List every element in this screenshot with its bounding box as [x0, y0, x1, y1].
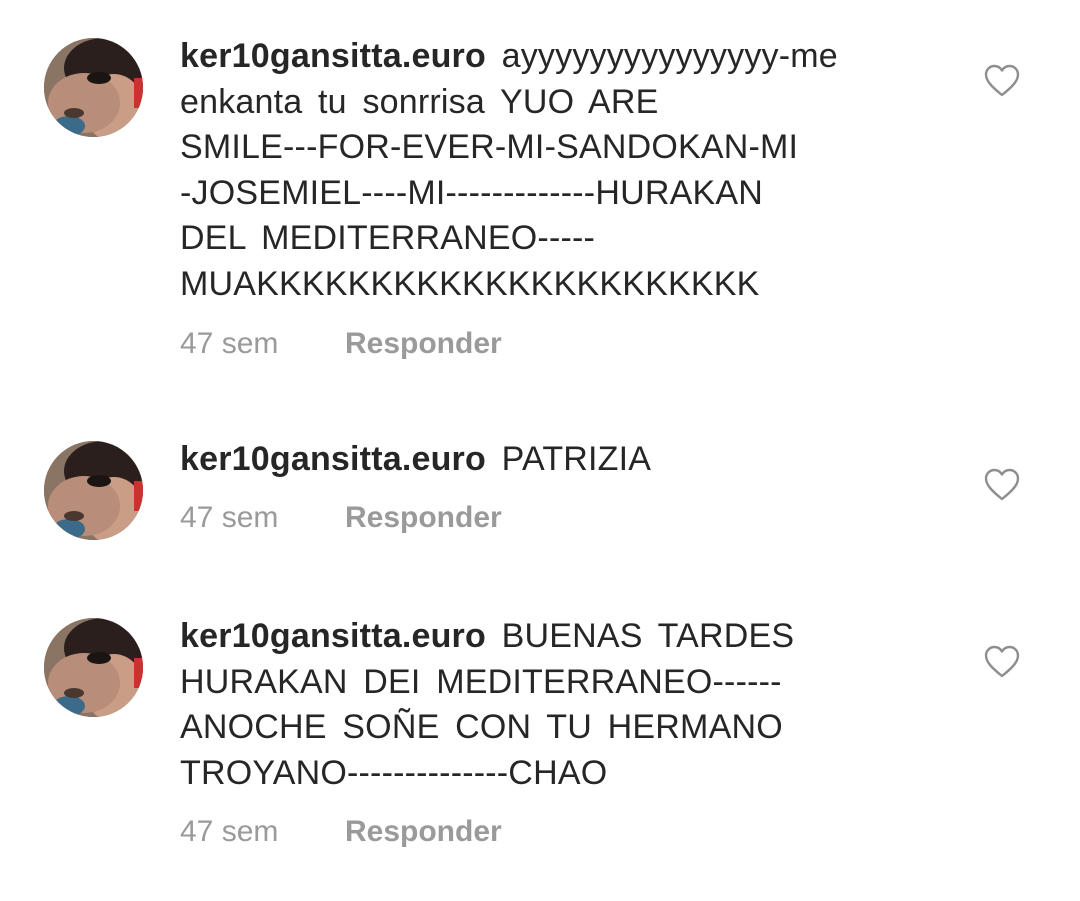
comment-text: ker10gansitta.euro ayyyyyyyyyyyyyyy-me e…	[180, 34, 880, 308]
avatar[interactable]	[44, 38, 143, 137]
avatar[interactable]	[44, 441, 143, 540]
comment-text: ker10gansitta.euro BUENAS TARDES HURAKAN…	[180, 614, 880, 796]
comment-username[interactable]: ker10gansitta.euro	[180, 440, 486, 478]
heart-icon[interactable]	[984, 64, 1020, 98]
comment-body: ker10gansitta.euro ayyyyyyyyyyyyyyy-me e…	[180, 34, 880, 308]
comment-line: -JOSEMIEL----MI-------------HURAKAN	[180, 173, 763, 212]
comment-body: ker10gansitta.euro PATRIZIA	[180, 437, 880, 483]
comment-line: BUENAS TARDES	[501, 617, 795, 655]
comment-line: ayyyyyyyyyyyyyyy-me	[501, 37, 838, 75]
reply-button[interactable]: Responder	[345, 815, 502, 848]
comment-timestamp: 47 sem	[180, 815, 279, 848]
comment-line: SMILE---FOR-EVER-MI-SANDOKAN-MI	[180, 128, 799, 167]
reply-button[interactable]: Responder	[345, 327, 502, 360]
comment-timestamp: 47 sem	[180, 327, 279, 360]
comment-body: ker10gansitta.euro BUENAS TARDES HURAKAN…	[180, 614, 880, 796]
comment-line: HURAKAN DEI MEDITERRANEO------	[180, 662, 782, 701]
comment-line: TROYANO--------------CHAO	[180, 753, 608, 792]
heart-icon[interactable]	[984, 468, 1020, 502]
comment-text: ker10gansitta.euro PATRIZIA	[180, 437, 880, 483]
comment-meta: 47 sem Responder	[180, 327, 502, 361]
avatar[interactable]	[44, 618, 143, 717]
comment-timestamp: 47 sem	[180, 501, 279, 534]
comment-line: MUAKKKKKKKKKKKKKKKKKKKKKK	[180, 264, 760, 303]
comment-line: ANOCHE SOÑE CON TU HERMANO	[180, 708, 783, 747]
comment-line: enkanta tu sonrrisa YUO ARE	[180, 82, 659, 121]
heart-icon[interactable]	[984, 645, 1020, 679]
reply-button[interactable]: Responder	[345, 501, 502, 534]
comment-username[interactable]: ker10gansitta.euro	[180, 37, 486, 75]
comment-meta: 47 sem Responder	[180, 501, 502, 535]
comment-username[interactable]: ker10gansitta.euro	[180, 617, 486, 655]
comment-line: DEL MEDITERRANEO-----	[180, 219, 596, 258]
comment-line: PATRIZIA	[501, 440, 652, 478]
comment-meta: 47 sem Responder	[180, 815, 502, 849]
